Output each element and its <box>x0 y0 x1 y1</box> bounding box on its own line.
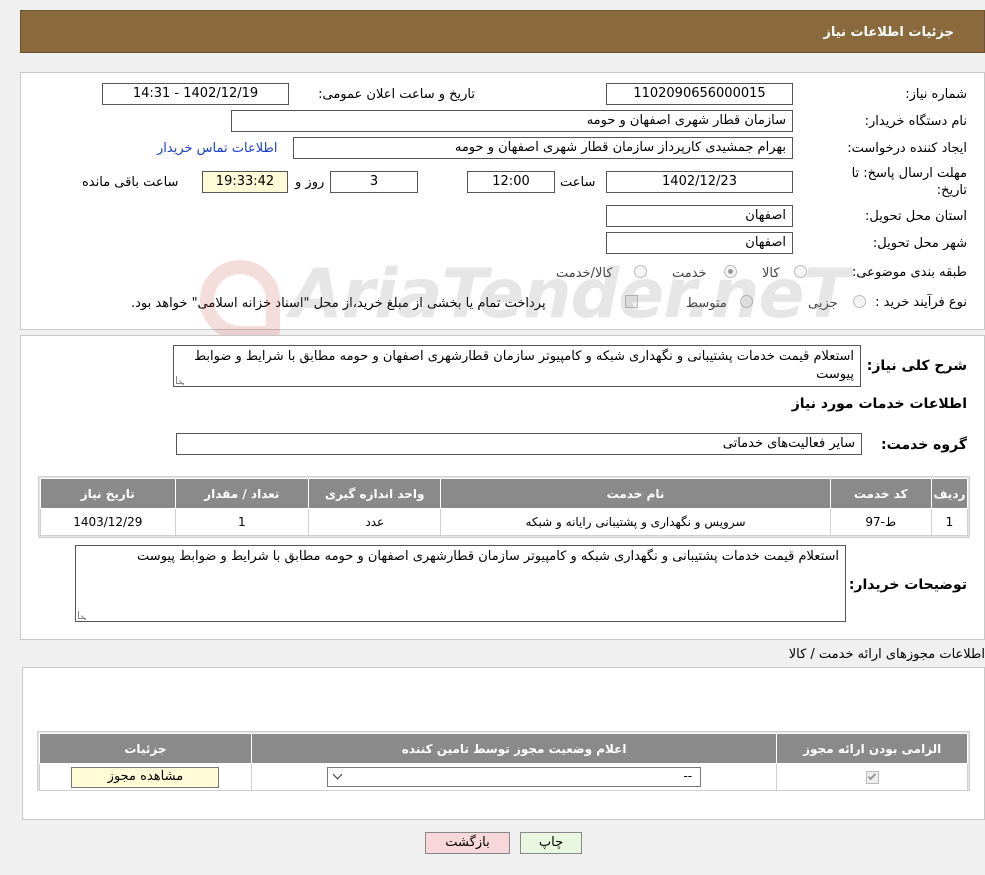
table-row: -- مشاهده مجوز <box>39 763 968 791</box>
category-label: طبقه بندی موضوعی: <box>851 265 967 280</box>
cell-service-code: ط-97 <box>829 508 932 536</box>
col-permit-status: اعلام وضعیت مجوز توسط تامین کننده <box>250 733 778 764</box>
resize-handle-icon[interactable] <box>176 376 184 384</box>
permit-required-checkbox[interactable] <box>865 771 879 784</box>
permit-status-value: -- <box>683 769 693 783</box>
table-row: 1 ط-97 سرویس و نگهداری و پشتیبانی رایانه… <box>40 508 969 536</box>
city-label: شهر محل تحویل: <box>872 236 967 251</box>
province-label: استان محل تحویل: <box>865 209 967 224</box>
buyer-org-field[interactable]: سازمان قطار شهری اصفهان و حومه <box>231 110 793 132</box>
permits-section-title: اطلاعات مجوزهای ارائه خدمت / کالا <box>788 647 985 662</box>
cell-permit-required <box>776 763 968 791</box>
category-goods-service-label: کالا/خدمت <box>556 266 613 281</box>
back-button[interactable]: بازگشت <box>425 832 510 854</box>
cell-need-date: 1403/12/29 <box>40 508 176 536</box>
cell-service-name: سرویس و نگهداری و پشتیبانی رایانه و شبکه <box>440 508 831 536</box>
col-quantity: تعداد / مقدار <box>174 478 310 509</box>
col-service-name: نام خدمت <box>440 478 831 509</box>
page-title: جزئیات اطلاعات نیاز <box>823 25 954 40</box>
deadline-date-field[interactable]: 1402/12/23 <box>606 171 793 193</box>
cell-permit-status: -- <box>250 763 778 791</box>
buyer-notes-text: استعلام قیمت خدمات پشتیبانی و نگهداری شب… <box>137 549 839 564</box>
requester-field[interactable]: بهرام جمشیدی کارپرداز سازمان قطار شهری ا… <box>293 137 793 159</box>
chevron-down-icon <box>332 769 343 780</box>
purchase-process-label: نوع فرآیند خرید : <box>875 295 967 310</box>
cell-quantity: 1 <box>174 508 310 536</box>
deadline-label: مهلت ارسال پاسخ: تا تاریخ: <box>851 166 967 198</box>
announce-datetime-label: تاریخ و ساعت اعلان عمومی: <box>318 87 475 102</box>
category-goods-radio[interactable] <box>794 265 807 278</box>
remaining-time-field: 19:33:42 <box>202 171 288 193</box>
cell-unit: عدد <box>308 508 442 536</box>
col-row-number: ردیف <box>930 478 969 509</box>
summary-label: شرح کلی نیاز: <box>866 358 967 374</box>
announce-datetime-field[interactable]: 1402/12/19 - 14:31 <box>102 83 289 105</box>
city-field[interactable]: اصفهان <box>606 232 793 254</box>
deadline-time-label: ساعت <box>560 175 596 190</box>
permits-table-header: الزامی بودن ارائه مجوز اعلام وضعیت مجوز … <box>39 733 968 764</box>
category-goods-label: کالا <box>762 266 780 281</box>
process-minor-label: جزیی <box>808 296 838 311</box>
buyer-notes-label: توضیحات خریدار: <box>848 577 967 593</box>
buyer-org-label: نام دستگاه خریدار: <box>864 114 967 129</box>
cell-row-number: 1 <box>930 508 969 536</box>
services-section-title: اطلاعات خدمات مورد نیاز <box>791 396 967 412</box>
remaining-days-field[interactable]: 3 <box>330 171 418 193</box>
islamic-treasury-checkbox[interactable] <box>625 295 638 308</box>
col-service-code: کد خدمت <box>829 478 932 509</box>
category-service-label: خدمت <box>672 266 707 281</box>
need-number-label: شماره نیاز: <box>905 87 967 102</box>
buyer-contact-link[interactable]: اطلاعات تماس خریدار <box>157 141 277 156</box>
cell-permit-details: مشاهده مجوز <box>39 763 252 791</box>
resize-handle-icon[interactable] <box>78 611 86 619</box>
process-medium-radio[interactable] <box>740 295 753 308</box>
check-icon <box>867 771 876 781</box>
process-medium-label: متوسط <box>686 296 727 311</box>
category-service-radio[interactable] <box>724 265 737 278</box>
summary-textarea[interactable]: استعلام قیمت خدمات پشتیبانی و نگهداری شب… <box>173 345 861 387</box>
col-permit-details: جزئیات <box>39 733 252 764</box>
province-field[interactable]: اصفهان <box>606 205 793 227</box>
summary-text: استعلام قیمت خدمات پشتیبانی و نگهداری شب… <box>194 349 854 382</box>
services-table: ردیف کد خدمت نام خدمت واحد اندازه گیری ت… <box>40 478 969 536</box>
category-goods-service-radio[interactable] <box>634 265 647 278</box>
remaining-label: ساعت باقی مانده <box>82 175 179 190</box>
page-header: جزئیات اطلاعات نیاز <box>20 10 985 53</box>
need-number-field[interactable]: 1102090656000015 <box>606 83 793 105</box>
service-group-field[interactable]: سایر فعالیت‌های خدماتی <box>176 433 862 455</box>
service-group-label: گروه خدمت: <box>881 437 967 453</box>
permit-status-select[interactable]: -- <box>327 767 702 787</box>
buyer-notes-textarea[interactable]: استعلام قیمت خدمات پشتیبانی و نگهداری شب… <box>75 545 846 622</box>
col-permit-required: الزامی بودن ارائه مجوز <box>776 733 968 764</box>
view-permit-button[interactable]: مشاهده مجوز <box>71 766 220 788</box>
deadline-time-field[interactable]: 12:00 <box>467 171 555 193</box>
islamic-treasury-label: پرداخت تمام یا بخشی از مبلغ خرید،از محل … <box>131 296 546 311</box>
col-need-date: تاریخ نیاز <box>40 478 176 509</box>
requester-label: ایجاد کننده درخواست: <box>847 141 967 156</box>
permits-table: الزامی بودن ارائه مجوز اعلام وضعیت مجوز … <box>39 733 968 791</box>
days-label: روز و <box>295 175 325 190</box>
print-button[interactable]: چاپ <box>520 832 582 854</box>
col-unit: واحد اندازه گیری <box>308 478 442 509</box>
process-minor-radio[interactable] <box>853 295 866 308</box>
services-table-header: ردیف کد خدمت نام خدمت واحد اندازه گیری ت… <box>40 478 969 509</box>
